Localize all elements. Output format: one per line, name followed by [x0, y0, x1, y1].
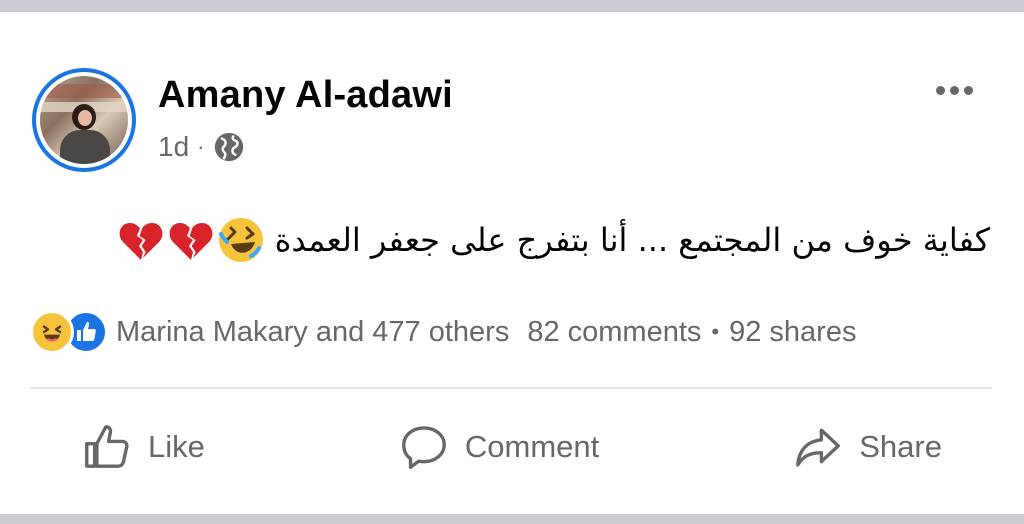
globe-icon[interactable] [212, 130, 246, 164]
stats-separator: • [711, 319, 720, 344]
share-icon [796, 428, 841, 467]
broken-heart-emoji [169, 222, 212, 260]
post-actions: Like Comment Share [30, 410, 992, 484]
profile-photo [40, 76, 128, 164]
broken-heart-emoji [119, 222, 162, 260]
post-meta: 1d · [158, 130, 246, 164]
like-button[interactable]: Like [30, 410, 255, 484]
haha-reaction-icon [30, 310, 74, 354]
divider [30, 387, 992, 389]
meta-separator: · [197, 134, 205, 159]
reactions-bar: Marina Makary and 477 others 82 comments… [30, 308, 1000, 356]
share-button[interactable]: Share [741, 410, 992, 484]
avatar[interactable] [32, 68, 136, 172]
bottom-frame-bar [0, 514, 1024, 524]
post-emojis [117, 216, 265, 264]
comment-button[interactable]: Comment [347, 410, 649, 484]
more-options-icon[interactable] [928, 80, 980, 100]
rolling-on-floor-laughing-emoji [218, 218, 263, 262]
like-label: Like [148, 429, 205, 464]
post-body-text: كفاية خوف من المجتمع ... أنا بتفرج على ج… [274, 221, 990, 259]
shares-count[interactable]: 92 shares [729, 316, 856, 349]
post-text: كفاية خوف من المجتمع ... أنا بتفرج على ج… [30, 210, 990, 270]
author-name[interactable]: Amany Al-adawi [158, 74, 453, 117]
share-label: Share [859, 429, 942, 464]
reaction-icons[interactable] [30, 310, 108, 354]
reaction-summary[interactable]: Marina Makary and 477 others [116, 316, 509, 349]
top-frame-bar [0, 0, 1024, 12]
comments-count[interactable]: 82 comments [527, 316, 701, 349]
comment-icon [401, 426, 446, 469]
post-time[interactable]: 1d [158, 131, 189, 163]
comment-label: Comment [464, 429, 600, 464]
like-icon [85, 425, 129, 468]
